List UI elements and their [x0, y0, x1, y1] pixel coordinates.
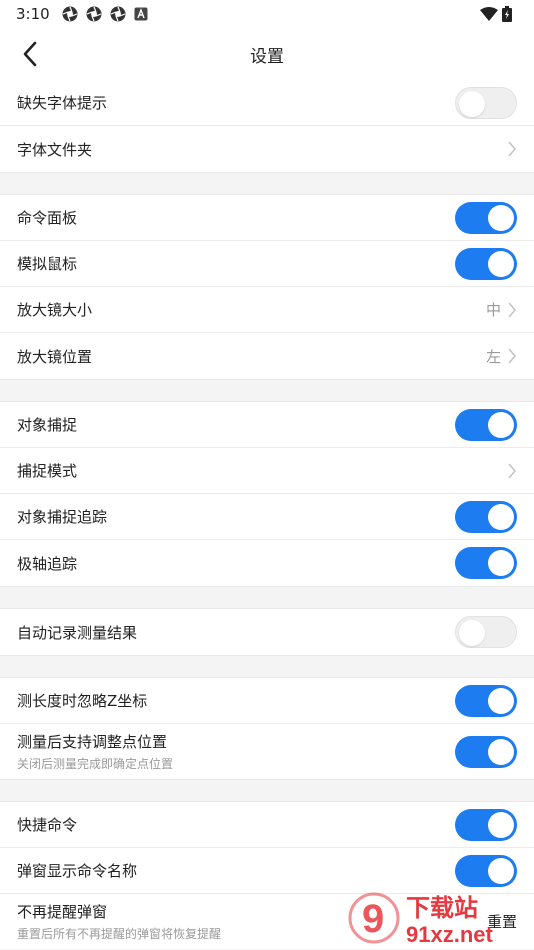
setting-label: 快捷命令 — [17, 816, 78, 834]
setting-polar-tracking[interactable]: 极轴追踪 — [0, 540, 534, 586]
watermark-logo: 9 下载站 91xz.net — [348, 892, 493, 947]
chevron-right-icon — [508, 301, 517, 318]
setting-text: 不再提醒弹窗 重置后所有不再提醒的弹窗将恢复提醒 — [17, 901, 221, 942]
setting-command-panel[interactable]: 命令面板 — [0, 195, 534, 241]
setting-snap-mode[interactable]: 捕捉模式 — [0, 448, 534, 494]
settings-group-fonts: 缺失字体提示 字体文件夹 — [0, 80, 534, 172]
aperture-icon — [62, 6, 78, 22]
section-divider — [0, 172, 534, 195]
chevron-link[interactable] — [507, 462, 517, 479]
setting-value: 左 — [485, 347, 501, 366]
setting-label: 测量后支持调整点位置 — [17, 733, 168, 751]
setting-magnifier-position[interactable]: 放大镜位置 左 — [0, 333, 534, 379]
setting-subtitle: 重置后所有不再提醒的弹窗将恢复提醒 — [17, 927, 222, 941]
back-chevron-icon — [23, 41, 37, 67]
watermark-site: 91xz.net — [406, 922, 493, 947]
setting-label: 不再提醒弹窗 — [17, 903, 108, 921]
setting-label: 放大镜位置 — [17, 347, 93, 366]
toggle-switch[interactable] — [455, 547, 517, 579]
watermark-brand: 下载站 — [406, 894, 478, 922]
section-divider — [0, 779, 534, 802]
page-title: 设置 — [250, 46, 284, 67]
a-badge-icon — [134, 6, 150, 22]
toggle-switch[interactable] — [455, 201, 517, 234]
toggle-switch[interactable] — [455, 808, 517, 841]
setting-value: 中 — [485, 301, 501, 319]
setting-label: 对象捕捉追踪 — [17, 508, 108, 526]
status-time: 3:10 — [16, 5, 50, 23]
setting-adjust-points[interactable]: 测量后支持调整点位置 关闭后测量完成即确定点位置 — [0, 724, 534, 779]
setting-object-snap[interactable]: 对象捕捉 — [0, 402, 534, 448]
setting-font-folder[interactable]: 字体文件夹 — [0, 126, 534, 172]
chevron-link[interactable] — [507, 141, 517, 157]
chevron-right-icon — [508, 141, 517, 157]
toggle-switch[interactable] — [455, 684, 517, 717]
settings-group-measure: 测长度时忽略Z坐标 测量后支持调整点位置 关闭后测量完成即确定点位置 — [0, 678, 534, 779]
toggle-switch[interactable] — [455, 86, 517, 119]
chevron-right-icon — [508, 348, 517, 364]
setting-label: 字体文件夹 — [17, 140, 93, 159]
setting-quick-commands[interactable]: 快捷命令 — [0, 802, 534, 848]
settings-group-measure-log: 自动记录测量结果 — [0, 609, 534, 655]
setting-ignore-z[interactable]: 测长度时忽略Z坐标 — [0, 678, 534, 724]
status-bar: 3:10 — [0, 0, 534, 28]
back-button[interactable] — [16, 40, 44, 68]
setting-label: 极轴追踪 — [17, 554, 78, 573]
section-divider — [0, 655, 534, 678]
settings-group-snap: 对象捕捉 捕捉模式 对象捕捉追踪 极轴追踪 — [0, 402, 534, 586]
toggle-switch[interactable] — [455, 735, 517, 768]
wifi-icon — [480, 6, 498, 22]
battery-charging-icon — [502, 6, 518, 22]
setting-missing-font-hint[interactable]: 缺失字体提示 — [0, 80, 534, 126]
setting-label: 自动记录测量结果 — [17, 623, 138, 642]
setting-auto-record-measure[interactable]: 自动记录测量结果 — [0, 609, 534, 655]
setting-object-snap-tracking[interactable]: 对象捕捉追踪 — [0, 494, 534, 540]
aperture-icon — [86, 6, 102, 22]
toggle-switch[interactable] — [455, 616, 517, 648]
chevron-link[interactable]: 左 — [486, 346, 517, 367]
setting-label: 模拟鼠标 — [17, 255, 78, 273]
setting-label: 弹窗显示命令名称 — [17, 862, 138, 880]
setting-simulate-mouse[interactable]: 模拟鼠标 — [0, 241, 534, 287]
settings-group-input: 命令面板 模拟鼠标 放大镜大小 中 放大镜位置 左 — [0, 195, 534, 379]
toggle-switch[interactable] — [455, 854, 517, 887]
chevron-right-icon — [508, 462, 517, 479]
setting-magnifier-size[interactable]: 放大镜大小 中 — [0, 287, 534, 333]
aperture-icon — [110, 6, 126, 22]
setting-label: 命令面板 — [17, 209, 78, 227]
watermark-glyph: 9 — [362, 897, 384, 941]
status-right — [480, 6, 518, 22]
setting-subtitle: 关闭后测量完成即确定点位置 — [17, 757, 174, 771]
section-divider — [0, 379, 534, 402]
chevron-link[interactable]: 中 — [486, 299, 517, 320]
app-header: 设置 — [0, 28, 534, 80]
setting-label: 对象捕捉 — [17, 416, 78, 434]
toggle-switch[interactable] — [455, 408, 517, 441]
setting-label: 缺失字体提示 — [17, 94, 108, 112]
status-left: 3:10 — [16, 5, 150, 23]
section-divider — [0, 586, 534, 609]
toggle-switch[interactable] — [455, 247, 517, 280]
setting-label: 捕捉模式 — [17, 462, 78, 480]
setting-label: 放大镜大小 — [17, 301, 93, 319]
setting-text: 测量后支持调整点位置 关闭后测量完成即确定点位置 — [17, 731, 173, 772]
toggle-switch[interactable] — [455, 500, 517, 533]
setting-label: 测长度时忽略Z坐标 — [17, 692, 148, 710]
